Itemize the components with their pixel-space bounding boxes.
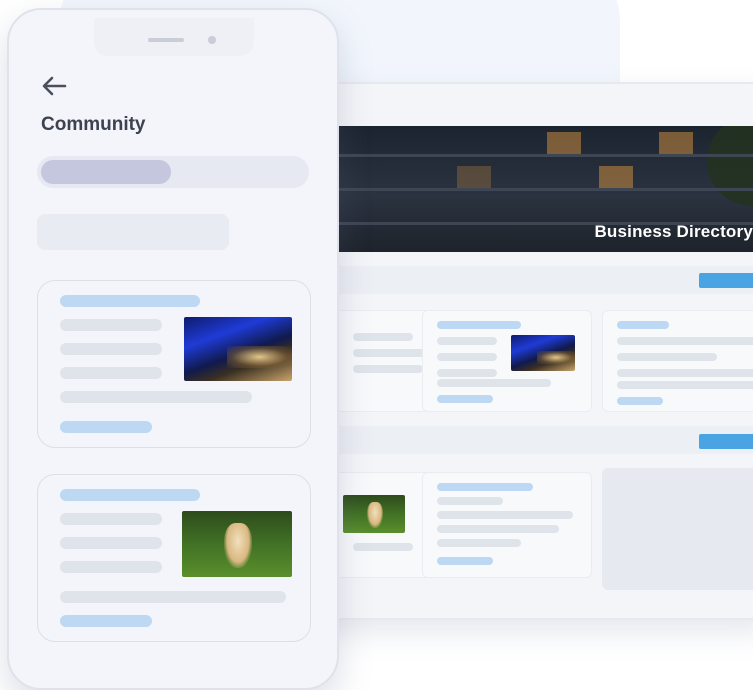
section-header xyxy=(337,266,753,294)
community-post-card[interactable] xyxy=(37,280,311,448)
directory-card[interactable] xyxy=(422,310,592,412)
tunnel-thumbnail xyxy=(511,335,575,371)
puppy-thumbnail xyxy=(182,511,292,577)
arrow-left-icon[interactable] xyxy=(39,72,71,100)
section-header xyxy=(337,426,753,454)
empty-card xyxy=(602,468,753,590)
hero-title: Business Directory xyxy=(594,222,753,241)
phone-mockup: Community xyxy=(7,8,339,690)
phone-notch xyxy=(94,18,254,56)
directory-card[interactable] xyxy=(602,310,753,412)
desktop-mockup: Business Directory xyxy=(300,82,753,620)
hero-banner: Business Directory xyxy=(337,126,753,252)
search-input[interactable] xyxy=(37,214,229,250)
page-title: Community xyxy=(41,114,146,135)
speaker-icon xyxy=(148,38,184,42)
camera-icon xyxy=(208,36,216,44)
section-action-button[interactable] xyxy=(699,434,753,449)
section-action-button[interactable] xyxy=(699,273,753,288)
tunnel-thumbnail xyxy=(184,317,292,381)
segmented-tabs[interactable] xyxy=(37,156,309,188)
community-post-card[interactable] xyxy=(37,474,311,642)
tab-active[interactable] xyxy=(41,160,171,184)
directory-card[interactable] xyxy=(422,472,592,578)
puppy-thumbnail xyxy=(343,495,405,533)
